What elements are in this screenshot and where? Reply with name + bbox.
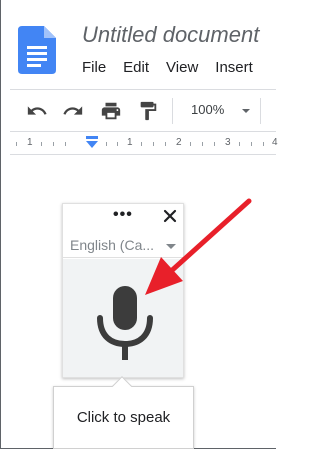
menu-edit[interactable]: Edit	[123, 59, 149, 76]
zoom-select[interactable]: 100%	[191, 102, 224, 117]
ruler-tick	[141, 142, 142, 146]
toolbar-separator	[260, 98, 261, 124]
more-options-icon[interactable]: •••	[113, 206, 133, 224]
ruler-tick	[117, 142, 118, 146]
ruler[interactable]: 1 1 2 3 4	[10, 131, 278, 155]
paint-format-icon[interactable]	[137, 100, 159, 122]
menu-insert[interactable]: Insert	[215, 59, 253, 76]
menu-file[interactable]: File	[82, 59, 106, 76]
ruler-number: 4	[272, 137, 278, 148]
ruler-tick	[41, 142, 42, 146]
annotation-arrow-icon	[145, 198, 252, 295]
ruler-number: 2	[176, 137, 182, 148]
ruler-tick	[239, 142, 240, 146]
ruler-tick	[65, 142, 66, 146]
ruler-number: 3	[225, 137, 231, 148]
zoom-caret-icon[interactable]	[242, 109, 250, 113]
ruler-tick	[106, 142, 107, 146]
tooltip-text: Click to speak	[76, 409, 171, 426]
print-icon[interactable]	[100, 100, 122, 122]
ruler-tick	[202, 142, 203, 146]
toolbar: 100%	[10, 90, 276, 131]
undo-icon[interactable]	[26, 100, 48, 122]
menu-bar: File Edit View Insert	[82, 59, 270, 76]
ruler-number: 1	[127, 137, 133, 148]
ruler-tick	[53, 142, 54, 146]
click-to-speak-tooltip: Click to speak	[53, 386, 194, 449]
ruler-tick	[16, 142, 17, 146]
indent-marker-icon[interactable]	[85, 136, 99, 150]
ruler-tick	[190, 142, 191, 146]
ruler-tick	[251, 142, 252, 146]
google-docs-logo-icon[interactable]	[18, 26, 56, 74]
ruler-tick	[263, 142, 264, 146]
app-frame: Untitled document File Edit View Insert …	[0, 0, 278, 449]
toolbar-separator	[172, 98, 173, 124]
ruler-number: 1	[27, 137, 33, 148]
menu-view[interactable]: View	[166, 59, 198, 76]
ruler-tick	[153, 142, 154, 146]
ruler-tick	[214, 142, 215, 146]
redo-icon[interactable]	[62, 100, 84, 122]
document-title[interactable]: Untitled document	[82, 22, 259, 48]
ruler-tick	[165, 142, 166, 146]
